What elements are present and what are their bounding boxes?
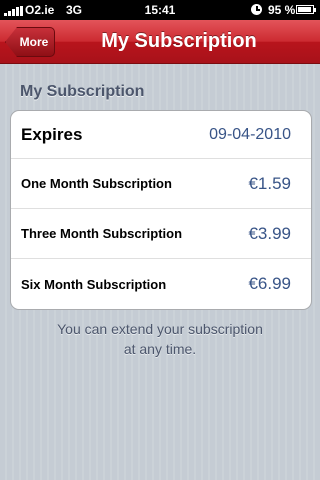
footer-line-2: at any time. xyxy=(123,341,197,357)
battery-fill xyxy=(298,7,312,12)
section-header: My Subscription xyxy=(20,83,145,100)
subscription-table: Expires 09-04-2010 One Month Subscriptio… xyxy=(10,110,312,310)
six-month-label: Six Month Subscription xyxy=(21,276,167,292)
expires-value: 09-04-2010 xyxy=(209,125,291,143)
footer-note: You can extend your subscription at any … xyxy=(0,319,320,359)
one-month-price: €1.59 xyxy=(248,173,291,193)
status-bar: O2.ie 3G 15:41 95 % xyxy=(0,0,320,20)
footer-line-1: You can extend your subscription xyxy=(57,321,263,337)
battery-percent: 95 % xyxy=(268,3,296,17)
three-month-price: €3.99 xyxy=(248,223,291,243)
page-title: My Subscription xyxy=(101,30,257,52)
six-month-subscription-row[interactable]: Six Month Subscription €6.99 xyxy=(11,259,311,309)
three-month-label: Three Month Subscription xyxy=(21,226,183,241)
battery-icon xyxy=(296,5,316,14)
one-month-label: One Month Subscription xyxy=(21,176,172,191)
expires-label: Expires xyxy=(21,124,83,144)
six-month-price: €6.99 xyxy=(248,274,291,293)
navigation-bar: More My Subscription xyxy=(0,20,320,64)
orientation-lock-icon xyxy=(251,4,262,15)
expires-row: Expires 09-04-2010 xyxy=(11,111,311,159)
one-month-subscription-row[interactable]: One Month Subscription €1.59 xyxy=(11,159,311,209)
three-month-subscription-row[interactable]: Three Month Subscription €3.99 xyxy=(11,209,311,259)
